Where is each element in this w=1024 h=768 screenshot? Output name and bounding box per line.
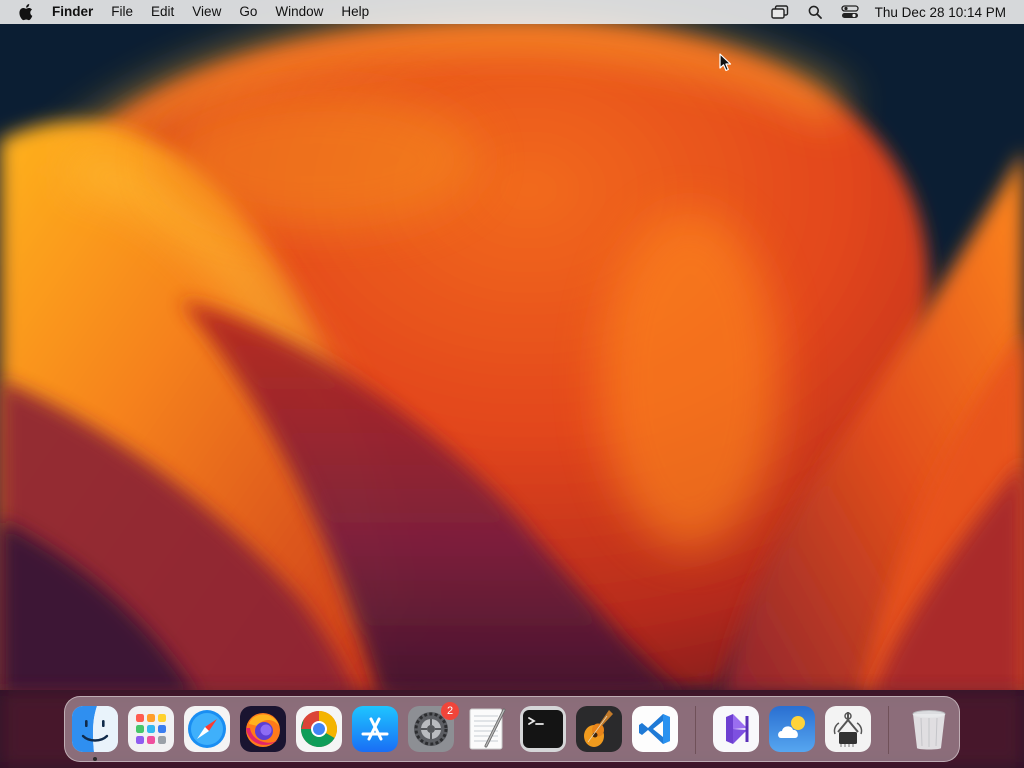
trash-icon[interactable] bbox=[906, 706, 952, 752]
spotlight-search-icon[interactable] bbox=[805, 2, 825, 22]
menu-bar-clock[interactable]: Thu Dec 28 10:14 PM bbox=[875, 5, 1006, 20]
garageband-icon[interactable] bbox=[576, 706, 622, 752]
mouse-cursor-icon bbox=[719, 53, 733, 78]
firefox-icon[interactable] bbox=[240, 706, 286, 752]
textedit-icon[interactable] bbox=[464, 706, 510, 752]
visual-studio-icon[interactable] bbox=[713, 706, 759, 752]
dock-separator bbox=[888, 706, 889, 754]
menu-go[interactable]: Go bbox=[230, 0, 266, 24]
finder-icon[interactable] bbox=[72, 706, 118, 752]
menu-edit[interactable]: Edit bbox=[142, 0, 183, 24]
launchpad-icon[interactable] bbox=[128, 706, 174, 752]
menu-file[interactable]: File bbox=[102, 0, 142, 24]
safari-icon[interactable] bbox=[184, 706, 230, 752]
control-center-icon[interactable] bbox=[840, 2, 860, 22]
menu-bar: Finder File Edit View Go Window Help Thu… bbox=[0, 0, 1024, 24]
screen-mirroring-icon[interactable] bbox=[770, 2, 790, 22]
apple-icon[interactable] bbox=[18, 2, 36, 22]
running-indicator bbox=[93, 757, 97, 761]
desktop-wallpaper bbox=[0, 0, 1024, 768]
menu-app-finder[interactable]: Finder bbox=[52, 0, 102, 24]
menu-help[interactable]: Help bbox=[332, 0, 378, 24]
notification-badge: 2 bbox=[441, 702, 459, 720]
terminal-icon[interactable] bbox=[520, 706, 566, 752]
chrome-icon[interactable] bbox=[296, 706, 342, 752]
menu-window[interactable]: Window bbox=[266, 0, 332, 24]
app-store-icon[interactable] bbox=[352, 706, 398, 752]
weather-icon[interactable] bbox=[769, 706, 815, 752]
system-information-icon[interactable] bbox=[825, 706, 871, 752]
dock-separator bbox=[695, 706, 696, 754]
menu-view[interactable]: View bbox=[183, 0, 230, 24]
vscode-icon[interactable] bbox=[632, 706, 678, 752]
